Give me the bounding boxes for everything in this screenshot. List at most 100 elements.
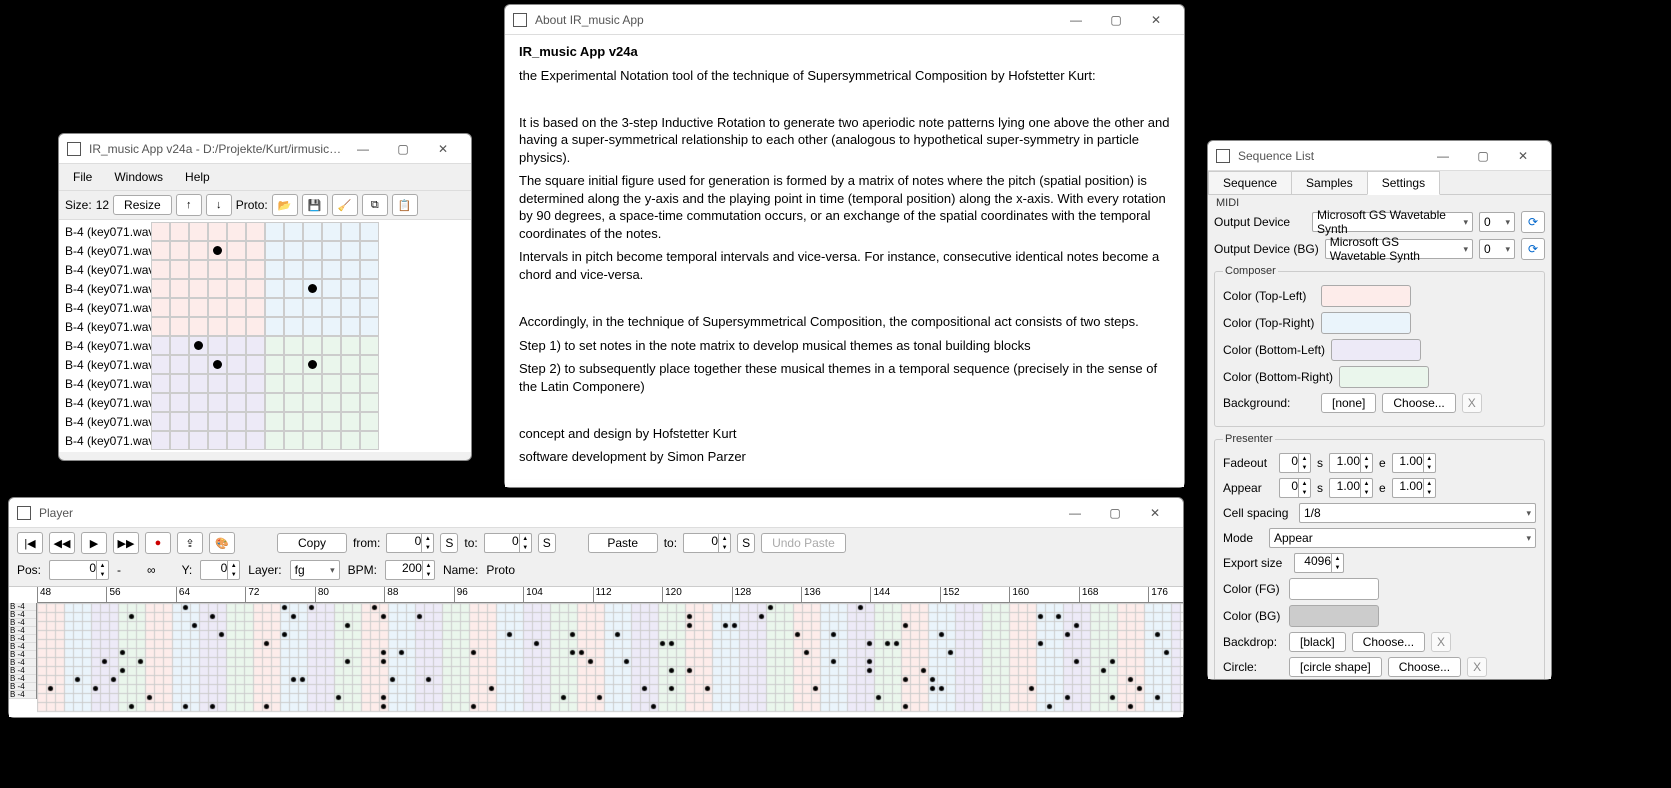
grid-cell[interactable] [246,222,265,241]
tab-sequence[interactable]: Sequence [1208,171,1292,194]
grid-cell[interactable] [265,260,284,279]
grid-cell[interactable] [170,241,189,260]
grid-cell[interactable] [265,431,284,450]
grid-cell[interactable] [303,374,322,393]
grid-cell[interactable] [322,260,341,279]
grid-cell[interactable] [208,412,227,431]
arrow-up-icon[interactable]: ↑ [176,194,202,216]
grid-cell[interactable] [170,431,189,450]
s-button-2[interactable]: S [538,533,556,553]
record-icon[interactable]: ● [145,532,171,554]
fast-forward-icon[interactable]: ▶▶ [113,532,139,554]
out2-ch-select[interactable]: 0 [1479,239,1515,259]
cellspacing-select[interactable]: 1/8 [1299,503,1536,523]
grid-cell[interactable] [341,336,360,355]
grid-cell[interactable] [208,317,227,336]
grid-cell[interactable] [303,393,322,412]
appear-v1[interactable]: 1.00▲▼ [1329,478,1373,498]
grid-cell[interactable] [322,298,341,317]
reload-icon[interactable]: ⟳ [1521,211,1545,233]
grid-cell[interactable] [227,222,246,241]
grid-cell[interactable] [227,393,246,412]
grid-cell[interactable] [208,374,227,393]
export-input[interactable]: 4096▲▼ [1294,553,1344,573]
rewind-icon[interactable]: ◀◀ [49,532,75,554]
menu-file[interactable]: File [69,168,96,186]
copy-button[interactable]: Copy [277,533,347,553]
close-icon[interactable]: ✕ [1135,499,1175,527]
grid-cell[interactable] [227,374,246,393]
grid-cell[interactable] [170,298,189,317]
grid-cell[interactable] [265,336,284,355]
minimize-icon[interactable]: — [1055,499,1095,527]
grid-cell[interactable] [265,317,284,336]
grid-cell[interactable] [303,355,322,374]
grid-cell[interactable] [360,298,379,317]
grid-cell[interactable] [341,222,360,241]
grid-cell[interactable] [208,241,227,260]
grid-cell[interactable] [360,222,379,241]
y-input[interactable]: 0▲▼ [200,560,240,580]
grid-cell[interactable] [246,317,265,336]
appear-v2[interactable]: 1.00▲▼ [1392,478,1436,498]
grid-cell[interactable] [227,336,246,355]
grid-cell[interactable] [208,393,227,412]
grid-cell[interactable] [360,412,379,431]
grid-cell[interactable] [227,260,246,279]
grid-cell[interactable] [208,298,227,317]
grid-cell[interactable] [151,279,170,298]
grid-cell[interactable] [189,393,208,412]
grid-cell[interactable] [208,355,227,374]
grid-cell[interactable] [341,279,360,298]
grid-cell[interactable] [341,431,360,450]
grid-cell[interactable] [170,355,189,374]
grid-cell[interactable] [322,355,341,374]
grid-cell[interactable] [189,260,208,279]
player-titlebar[interactable]: Player — ▢ ✕ [9,498,1183,528]
circle-clear-button[interactable]: X [1467,657,1487,677]
grid-cell[interactable] [246,431,265,450]
grid-cell[interactable] [170,260,189,279]
mode-select[interactable]: Appear [1269,528,1536,548]
backdrop-choose-button[interactable]: Choose... [1352,632,1425,652]
grid-cell[interactable] [360,355,379,374]
grid-cell[interactable] [265,355,284,374]
to-input[interactable]: 0▲▼ [484,533,532,553]
tab-samples[interactable]: Samples [1291,171,1368,194]
s-button-1[interactable]: S [440,533,458,553]
menu-help[interactable]: Help [181,168,214,186]
grid-cell[interactable] [151,374,170,393]
grid-cell[interactable] [189,336,208,355]
grid-cell[interactable] [360,431,379,450]
fadeout-v1[interactable]: 1.00▲▼ [1329,453,1373,473]
grid-cell[interactable] [189,298,208,317]
export-icon[interactable]: ⇪ [177,532,203,554]
grid-cell[interactable] [341,355,360,374]
grid-cell[interactable] [284,412,303,431]
grid-cell[interactable] [284,374,303,393]
grid-cell[interactable] [341,393,360,412]
grid-cell[interactable] [341,317,360,336]
grid-cell[interactable] [151,393,170,412]
grid-cell[interactable] [360,374,379,393]
menu-windows[interactable]: Windows [110,168,167,186]
undo-paste-button[interactable]: Undo Paste [761,533,846,553]
grid-cell[interactable] [284,279,303,298]
grid-cell[interactable] [265,279,284,298]
grid-cell[interactable] [360,317,379,336]
grid-cell[interactable] [265,393,284,412]
out2-select[interactable]: Microsoft GS Wavetable Synth [1325,239,1473,259]
grid-cell[interactable] [170,317,189,336]
circle-value-button[interactable]: [circle shape] [1289,657,1382,677]
fadeout-v2[interactable]: 1.00▲▼ [1392,453,1436,473]
grid-cell[interactable] [303,241,322,260]
grid-cell[interactable] [360,393,379,412]
grid-cell[interactable] [227,355,246,374]
resize-button[interactable]: Resize [113,195,172,215]
grid-cell[interactable] [151,412,170,431]
color-br-swatch[interactable] [1339,366,1429,388]
grid-cell[interactable] [284,298,303,317]
grid-cell[interactable] [208,222,227,241]
out1-ch-select[interactable]: 0 [1479,212,1515,232]
grid-cell[interactable] [303,317,322,336]
